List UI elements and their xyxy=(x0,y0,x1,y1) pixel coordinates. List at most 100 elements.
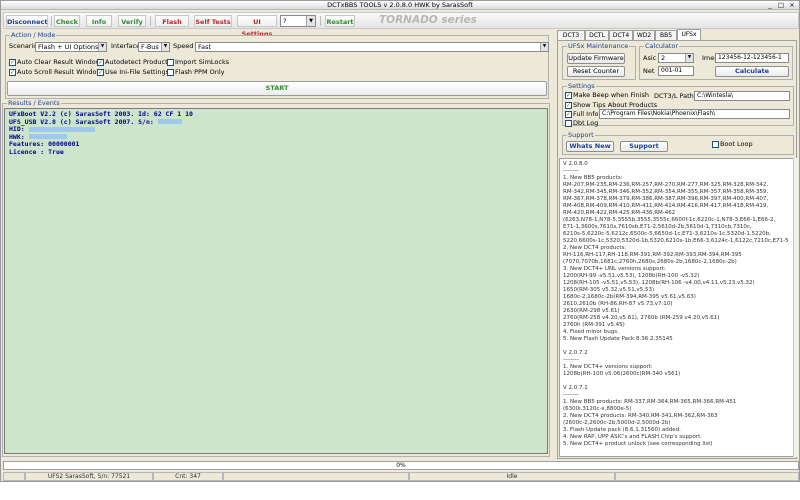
info-line: -------- xyxy=(563,357,579,363)
results-log[interactable]: UFxBoot V2.2 (c) SarasSoft 2003. Id: 62 … xyxy=(4,108,548,454)
chevron-down-icon: ▼ xyxy=(685,54,693,62)
window-title: DCTxBBS TOOLS v 2.0.8.0 HWK by SarasSoft xyxy=(327,1,473,9)
info-line: 1650(RM-305 v5.32,v5.51,v5.53) xyxy=(563,287,655,293)
flash-button[interactable]: Flash xyxy=(155,15,189,27)
info-line: (2600c-2,2600c-2b,5000d-2,5000d-2b) xyxy=(563,420,671,426)
info-line: 1. New DCT4+ versions support: xyxy=(563,364,653,370)
info-line: 2. New DCT4 products: RM-340,RM-341,RM-3… xyxy=(563,413,718,419)
tab-wd2[interactable]: WD2 xyxy=(633,30,655,40)
empty-checkbox-icon xyxy=(565,120,572,127)
empty-checkbox-icon xyxy=(712,141,719,148)
ui-settings-select[interactable]: ? ▼ xyxy=(280,15,316,27)
maximize-button[interactable]: □ xyxy=(776,1,786,10)
log-line-serial: UFS_USB V2.8 (c) SarasSoft 2007. S/n: xyxy=(9,117,543,127)
boot-loop-checkbox[interactable]: Boot Loop xyxy=(712,140,753,149)
dbg-log-checkbox[interactable]: Dbt Log xyxy=(565,119,598,128)
info-line: 5. New DCT4+ product unlock (see corresp… xyxy=(563,441,713,447)
status-serial: UFS2 SarasSoft, S/n: 77521 xyxy=(25,472,153,481)
ui-settings-select-value: ? xyxy=(283,17,287,25)
auto-clear-checkbox[interactable]: ✓ Auto Clear Result Window xyxy=(9,58,101,67)
start-button[interactable]: START xyxy=(7,81,547,96)
tab-ufsx[interactable]: UFSx xyxy=(677,29,701,40)
toolbar-separator xyxy=(320,16,321,26)
dbg-log-label: Dbt Log xyxy=(573,119,599,127)
info-line: 4. New RAP, UPP ASIC's and FLASH Chip's … xyxy=(563,434,703,440)
settings-label: Settings xyxy=(567,82,596,90)
autodetect-product-checkbox[interactable]: ✓ Autodetect Product xyxy=(97,58,168,67)
chevron-down-icon: ▼ xyxy=(306,16,315,26)
asic-select[interactable]: 2 ▼ xyxy=(658,53,694,63)
asic-value: 2 xyxy=(661,54,666,62)
log-line-hid: HID: xyxy=(9,125,543,134)
checkmark-icon: ✓ xyxy=(97,59,104,66)
check-button[interactable]: Check xyxy=(54,15,80,27)
empty-checkbox-icon xyxy=(167,59,174,66)
info-line: V 2.0.8.0 xyxy=(563,161,588,167)
dct3l-path-field[interactable]: C:\Wintesla\ xyxy=(694,91,790,101)
info-line: (6263,N78-1,N78-5,3555b,3555,3555c,6600f… xyxy=(563,217,776,223)
tab-dct4[interactable]: DCT4 xyxy=(609,30,633,40)
log-line: Features: 00000001 xyxy=(9,140,80,148)
interface-select[interactable]: F-Bus ▼ xyxy=(138,42,170,52)
speed-select[interactable]: Fast ▼ xyxy=(195,42,549,52)
info-line: 6210s-5,6220c-5,6212c,6500c-5,6650d-1c,E… xyxy=(563,231,771,237)
use-ini-file-checkbox[interactable]: ✓ Use Ini-File Settings xyxy=(97,68,169,77)
redacted-value xyxy=(157,119,182,124)
chevron-down-icon: ▼ xyxy=(98,43,106,51)
reset-counter-button[interactable]: Reset Counter xyxy=(567,66,625,77)
use-ini-file-label: Use Ini-File Settings xyxy=(105,68,170,76)
calculate-button[interactable]: Calculate xyxy=(715,66,789,77)
whats-new-text[interactable]: V 2.0.8.0 -------- 1. New BB5 products: RM… xyxy=(559,158,796,457)
scenario-select[interactable]: Flash + UI Options ▼ xyxy=(35,42,107,52)
results-label: Results / Events xyxy=(7,99,61,107)
minimize-button[interactable]: _ xyxy=(765,1,775,10)
close-button[interactable]: × xyxy=(787,1,797,10)
scenario-label: Scenario xyxy=(9,42,38,50)
tab-bb5[interactable]: BB5 xyxy=(655,30,677,40)
log-line: UFS_USB V2.8 (c) SarasSoft 2007. S/n: xyxy=(9,117,154,126)
ui-settings-button[interactable]: UI Settings xyxy=(237,15,277,38)
tab-dctl[interactable]: DCTL xyxy=(585,30,609,40)
tab-dct3[interactable]: DCT3 xyxy=(557,30,585,40)
autodetect-product-label: Autodetect Product xyxy=(105,58,168,66)
dct3l-path-label: DCT3/L Path xyxy=(654,92,694,100)
whats-new-button[interactable]: Whats New xyxy=(566,141,614,152)
make-beep-label: Make Beep when Finish xyxy=(573,91,649,99)
import-simlocks-checkbox[interactable]: Import SimLocks xyxy=(167,58,229,67)
support-button[interactable]: Support xyxy=(620,141,668,152)
imei-field[interactable]: 123456-12-123456-1 xyxy=(715,53,789,63)
title-bar: DCTxBBS TOOLS v 2.0.8.0 HWK by SarasSoft… xyxy=(1,1,799,10)
full-info-checkbox[interactable]: ✓ Full Info xyxy=(565,110,598,119)
auto-clear-label: Auto Clear Result Window xyxy=(17,58,102,66)
status-bar: UFS2 SarasSoft, S/n: 77521 Cnt: 347 Idle xyxy=(3,472,799,481)
redacted-value xyxy=(28,126,95,132)
status-state: Idle xyxy=(409,472,615,481)
flash-ppm-only-checkbox[interactable]: Flash PPM Only xyxy=(167,68,225,77)
info-line: 1200(RH-99 -v5.51,v5.53), 1208b(RH-100 -… xyxy=(563,273,700,279)
speed-value: Fast xyxy=(198,43,212,51)
info-button[interactable]: Info xyxy=(86,15,112,27)
info-line: RM-342,RM-345,RM-346,RM-352,RM-354,RM-35… xyxy=(563,189,769,195)
info-line: RM-420,RM-422,RM-425,RM-436,RM-462 xyxy=(563,210,676,216)
make-beep-checkbox[interactable]: ✓ Make Beep when Finish xyxy=(565,91,649,100)
checkmark-icon: ✓ xyxy=(9,69,16,76)
toolbar: Disconnect Check Info Verify Flash Self … xyxy=(3,12,799,38)
verify-button[interactable]: Verify xyxy=(118,15,146,27)
net-field[interactable]: 001-01 xyxy=(658,66,694,76)
redacted-value xyxy=(28,134,67,139)
vertical-scrollbar[interactable] xyxy=(793,158,798,457)
info-line xyxy=(563,378,792,385)
info-line: V 2.0.7.1 xyxy=(563,385,588,391)
restart-button[interactable]: Restart xyxy=(325,15,355,27)
full-info-path-field[interactable]: C:\Program Files\Nokia\Phoenix\Flash\ xyxy=(599,109,790,119)
info-line: 1680c-2,1680c-2b(RM-394,RM-395 v5.61,v5.… xyxy=(563,294,696,300)
toolbar-separator xyxy=(51,16,52,26)
auto-scroll-checkbox[interactable]: ✓ Auto Scroll Result Window xyxy=(9,68,102,77)
info-line: V 2.0.7.2 xyxy=(563,350,588,356)
update-firmware-button[interactable]: Update Firmware xyxy=(567,53,625,64)
disconnect-button[interactable]: Disconnect xyxy=(6,15,48,27)
info-line: RM-367,RM-378,RM-379,RM-386,RM-387,RM-39… xyxy=(563,196,769,202)
self-tests-button[interactable]: Self Tests xyxy=(194,15,232,27)
boot-loop-label: Boot Loop xyxy=(720,140,753,148)
info-line: 1. New BB5 products: RM-337,RM-364,RM-36… xyxy=(563,399,737,405)
